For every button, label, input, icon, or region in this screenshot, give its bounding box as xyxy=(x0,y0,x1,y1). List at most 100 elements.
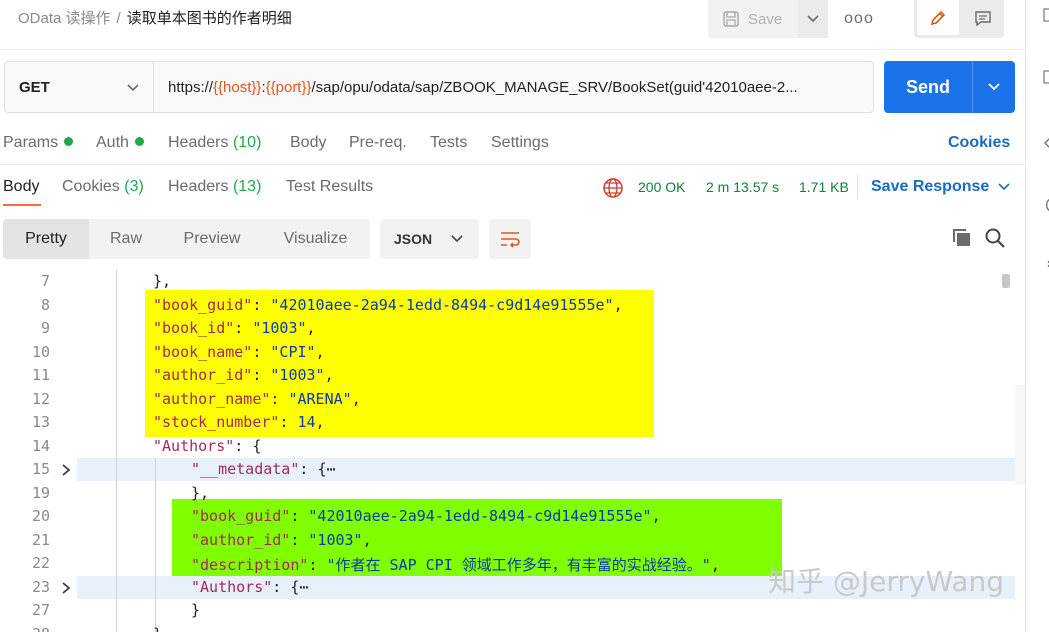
format-select[interactable]: JSON xyxy=(380,219,479,259)
tab-prereq[interactable]: Pre-req. xyxy=(349,134,407,152)
save-response-button[interactable]: Save Response xyxy=(871,178,1010,196)
tab-headers-label: Headers xyxy=(168,134,229,151)
code-line: 27} xyxy=(0,601,1015,625)
request-tabs: Params Auth Headers (10) Body Pre-req. T… xyxy=(0,131,1025,159)
tab-auth-label: Auth xyxy=(96,134,129,151)
response-time[interactable]: 2 m 13.57 s xyxy=(706,179,779,195)
tab-tests[interactable]: Tests xyxy=(430,134,467,152)
tab-test-results[interactable]: Test Results xyxy=(286,178,373,196)
tab-settings[interactable]: Settings xyxy=(491,134,549,152)
line-number: 27 xyxy=(31,601,50,619)
url-scheme: https:// xyxy=(168,78,214,96)
url-variable-host[interactable]: {{host}} xyxy=(213,79,261,96)
cookies-link[interactable]: Cookies xyxy=(948,134,1010,152)
tab-response-cookies-label: Cookies xyxy=(62,178,120,195)
json-value: 14 xyxy=(297,413,316,431)
tab-response-headers-label: Headers xyxy=(168,178,229,195)
send-options-button[interactable] xyxy=(973,61,1015,113)
code-punctuation[interactable]: {⋯ xyxy=(317,460,335,478)
pencil-icon xyxy=(930,10,946,25)
save-options-button[interactable] xyxy=(798,0,828,38)
send-button[interactable]: Send xyxy=(884,61,972,113)
network-globe-icon[interactable] xyxy=(602,177,624,199)
line-number: 21 xyxy=(31,530,50,549)
tab-response-cookies[interactable]: Cookies (3) xyxy=(62,178,144,196)
line-number: 7 xyxy=(40,272,50,290)
code-punctuation: , xyxy=(651,507,661,525)
edit-mode-button[interactable] xyxy=(917,0,959,35)
line-number: 20 xyxy=(31,507,50,525)
line-number: 12 xyxy=(31,389,50,408)
code-text: "Authors": {⋯ xyxy=(191,577,309,596)
save-button[interactable]: Save xyxy=(708,0,798,38)
code-punctuation[interactable]: {⋯ xyxy=(290,578,308,596)
json-key: "Authors" xyxy=(191,577,273,596)
active-tab-indicator xyxy=(3,204,41,206)
json-key: "description" xyxy=(191,556,309,574)
wrap-lines-button[interactable] xyxy=(489,219,531,259)
tab-response-body[interactable]: Body xyxy=(3,178,39,196)
line-number: 14 xyxy=(31,436,50,455)
breadcrumb-separator: / xyxy=(116,10,121,27)
code-text: "book_name": "CPI", xyxy=(153,342,325,361)
sidebar-info-icon[interactable] xyxy=(1043,198,1049,212)
chevron-down-icon xyxy=(127,84,139,92)
response-size[interactable]: 1.71 KB xyxy=(799,179,849,195)
tab-headers[interactable]: Headers (10) xyxy=(168,134,261,152)
code-line: 20 "book_guid": "42010aee-2a94-1edd-8494-… xyxy=(0,507,1015,531)
code-text: "book_id": "1003", xyxy=(153,319,316,337)
wrap-lines-icon xyxy=(501,232,520,248)
more-actions-button[interactable]: ooo xyxy=(842,4,876,34)
request-name[interactable]: 读取单本图书的作者明细 xyxy=(127,10,292,27)
preview-view-button[interactable]: Preview xyxy=(163,219,261,259)
chevron-down-icon xyxy=(998,183,1010,191)
code-line: 28}, xyxy=(0,625,1015,632)
status-dot xyxy=(134,137,144,146)
save-response-label: Save Response xyxy=(871,178,990,195)
line-number: 28 xyxy=(0,625,50,632)
json-key: "stock_number" xyxy=(153,413,280,431)
comment-icon xyxy=(975,10,991,26)
method-value: GET xyxy=(19,78,50,96)
sidebar-doc-icon[interactable] xyxy=(1043,8,1049,22)
sidebar-doc-icon[interactable] xyxy=(1043,70,1049,84)
tab-response-headers[interactable]: Headers (13) xyxy=(168,178,261,196)
chevron-down-icon xyxy=(807,15,819,23)
sidebar-code-icon[interactable] xyxy=(1043,136,1049,150)
tab-auth[interactable]: Auth xyxy=(96,134,144,152)
raw-view-button[interactable]: Raw xyxy=(89,219,163,259)
json-key: "__metadata" xyxy=(191,460,300,478)
code-text: "author_id": "1003", xyxy=(191,530,372,549)
status-code[interactable]: 200 OK xyxy=(638,179,685,195)
code-punctuation: , xyxy=(315,413,325,431)
tab-body[interactable]: Body xyxy=(290,134,326,152)
documentation-mode-button[interactable] xyxy=(962,0,1004,35)
pretty-view-button[interactable]: Pretty xyxy=(3,219,89,259)
pane-divider[interactable] xyxy=(0,164,1025,165)
sidebar-list-icon[interactable] xyxy=(1043,258,1049,272)
json-key: "book_guid" xyxy=(153,295,253,314)
breadcrumb-collection[interactable]: OData 读操作 xyxy=(18,10,111,27)
send-button-group: Send xyxy=(884,61,1015,113)
method-select[interactable]: GET xyxy=(4,61,154,113)
json-key: "author_id" xyxy=(153,366,253,384)
code-text: "description": "作者在 SAP CPI 领域工作多年，有丰富的实… xyxy=(191,556,720,574)
visualize-view-button[interactable]: Visualize xyxy=(261,219,370,259)
code-punctuation: }, xyxy=(191,483,210,502)
save-icon xyxy=(723,11,739,27)
line-number: 11 xyxy=(31,366,50,384)
fold-chevron-icon[interactable] xyxy=(61,463,71,477)
tab-params[interactable]: Params xyxy=(3,134,74,152)
fold-chevron-icon[interactable] xyxy=(61,581,71,595)
code-text: "author_id": "1003", xyxy=(153,366,334,384)
copy-icon[interactable] xyxy=(951,227,973,249)
url-input[interactable]: https://{{host}}: {{port}}/sap/opu/odata/… xyxy=(153,61,874,113)
json-key: "book_name" xyxy=(153,342,253,361)
search-icon[interactable] xyxy=(984,227,1006,249)
code-line: 8 "book_guid": "42010aee-2a94-1edd-8494-c… xyxy=(0,296,1015,320)
json-value: "CPI" xyxy=(270,342,316,361)
url-variable-port[interactable]: {{port}} xyxy=(266,79,312,96)
json-key: "author_name" xyxy=(153,389,271,408)
line-number: 19 xyxy=(31,483,50,502)
code-line: 13 "stock_number": 14, xyxy=(0,413,1015,437)
